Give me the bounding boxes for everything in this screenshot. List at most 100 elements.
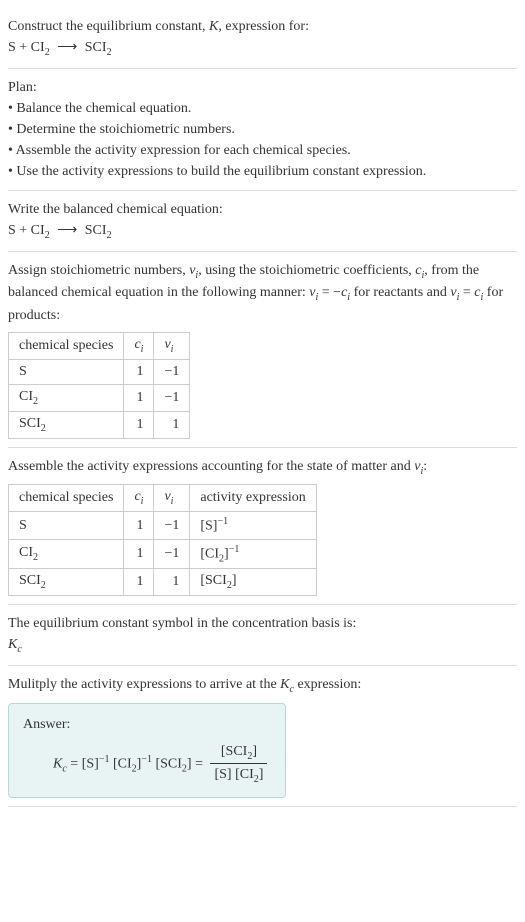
symbol-section: The equilibrium constant symbol in the c…: [8, 605, 517, 666]
table-row: S 1 −1 [S]−1: [9, 512, 317, 540]
frac-num: [SCI2]: [210, 741, 267, 765]
col-expr: activity expression: [190, 485, 316, 512]
table-header-row: chemical species ci νi activity expressi…: [9, 485, 317, 512]
table-row: S 1 −1: [9, 359, 190, 384]
cell-v: −1: [154, 512, 190, 540]
at2a: [CI: [109, 756, 131, 771]
title-suffix: , expression for:: [218, 19, 309, 34]
na: [SCI: [221, 744, 247, 759]
ea: [SCI: [200, 573, 226, 588]
cell-c: 1: [124, 512, 154, 540]
ss: 2: [41, 580, 46, 591]
col-c: ci: [124, 485, 154, 512]
cell-species: SCI2: [9, 569, 124, 596]
cell-species: S: [9, 359, 124, 384]
stoich-eq2m: =: [459, 285, 474, 300]
activity-table: chemical species ci νi activity expressi…: [8, 484, 317, 596]
nb: ]: [252, 744, 257, 759]
ss: 2: [33, 552, 38, 563]
db: ]: [259, 767, 264, 782]
bal-sub1: 2: [45, 230, 50, 241]
da: [S] [CI: [214, 767, 253, 782]
aeq: =: [67, 756, 82, 771]
multiply-section: Mulitply the activity expressions to arr…: [8, 666, 517, 807]
symbol-var: Kc: [8, 634, 517, 657]
frac-den: [S] [CI2]: [210, 764, 267, 787]
ss: 2: [33, 396, 38, 407]
activity-text: Assemble the activity expressions accoun…: [8, 456, 517, 479]
cell-c: 1: [124, 569, 154, 596]
cell-species: CI2: [9, 384, 124, 411]
plan-item: • Balance the chemical equation.: [8, 98, 517, 119]
cell-expr: [CI2]−1: [190, 539, 316, 568]
mt2: expression:: [294, 677, 361, 692]
col-v: νi: [154, 485, 190, 512]
stoich-table: chemical species ci νi S 1 −1 CI2 1 −1 S…: [8, 332, 190, 438]
answer-label: Answer:: [23, 714, 271, 735]
at3a: [SCI: [152, 756, 182, 771]
header-section: Construct the equilibrium constant, K, e…: [8, 8, 517, 69]
col-species: chemical species: [9, 333, 124, 360]
cell-v: −1: [154, 539, 190, 568]
bal-left: S + CI: [8, 223, 45, 238]
cell-expr: [SCI2]: [190, 569, 316, 596]
sa: SCI: [19, 573, 41, 588]
mv: K: [280, 677, 289, 692]
ak: K: [53, 756, 62, 771]
table-header-row: chemical species ci νi: [9, 333, 190, 360]
eb: ]: [232, 573, 237, 588]
cell-c: 1: [124, 384, 154, 411]
eq-right: SCI: [85, 40, 107, 55]
at3b: ] =: [187, 756, 207, 771]
cell-c: 1: [124, 539, 154, 568]
bal-right: SCI: [85, 223, 107, 238]
at2: :: [423, 459, 427, 474]
sa: CI: [19, 545, 33, 560]
balanced-section: Write the balanced chemical equation: S …: [8, 191, 517, 252]
multiply-text: Mulitply the activity expressions to arr…: [8, 674, 517, 697]
cell-v: 1: [154, 411, 190, 438]
title-line: Construct the equilibrium constant, K, e…: [8, 16, 517, 37]
table-row: SCI2 1 1: [9, 411, 190, 438]
es: −1: [217, 516, 228, 527]
ss: 2: [41, 423, 46, 434]
stoich-eq1m: = −: [318, 285, 341, 300]
stoich-text: Assign stoichiometric numbers, νi, using…: [8, 260, 517, 327]
symbol-text: The equilibrium constant symbol in the c…: [8, 613, 517, 634]
at1s: −1: [99, 754, 110, 765]
esup: −1: [229, 544, 240, 555]
arrow-icon: ⟶: [57, 37, 77, 58]
balanced-title: Write the balanced chemical equation:: [8, 199, 517, 220]
at2sup: −1: [141, 754, 152, 765]
table-row: CI2 1 −1 [CI2]−1: [9, 539, 317, 568]
arrow-icon: ⟶: [57, 220, 77, 241]
cell-c: 1: [124, 359, 154, 384]
title-var: K: [209, 19, 218, 34]
cell-v: 1: [154, 569, 190, 596]
activity-section: Assemble the activity expressions accoun…: [8, 448, 517, 606]
eq-sub2: 2: [107, 47, 112, 58]
col-c: ci: [124, 333, 154, 360]
h3s: i: [171, 344, 174, 355]
mt1: Mulitply the activity expressions to arr…: [8, 677, 280, 692]
bal-sub2: 2: [107, 230, 112, 241]
at1: Assemble the activity expressions accoun…: [8, 459, 414, 474]
cell-expr: [S]−1: [190, 512, 316, 540]
equation-line: S + CI2 ⟶ SCI2: [8, 37, 517, 60]
cell-v: −1: [154, 384, 190, 411]
ss: c: [17, 644, 21, 655]
h2s: i: [141, 344, 144, 355]
cell-species: SCI2: [9, 411, 124, 438]
h3s: i: [171, 496, 174, 507]
col-species: chemical species: [9, 485, 124, 512]
sv: K: [8, 637, 17, 652]
cell-v: −1: [154, 359, 190, 384]
sa: CI: [19, 389, 33, 404]
balanced-equation: S + CI2 ⟶ SCI2: [8, 220, 517, 243]
stoich-t2: , using the stoichiometric coefficients,: [198, 263, 415, 278]
answer-equation: Kc = [S]−1 [CI2]−1 [SCI2] = [SCI2][S] [C…: [23, 741, 271, 788]
cell-species: S: [9, 512, 124, 540]
h2s: i: [141, 496, 144, 507]
plan-section: Plan: • Balance the chemical equation. •…: [8, 69, 517, 191]
table-row: SCI2 1 1 [SCI2]: [9, 569, 317, 596]
